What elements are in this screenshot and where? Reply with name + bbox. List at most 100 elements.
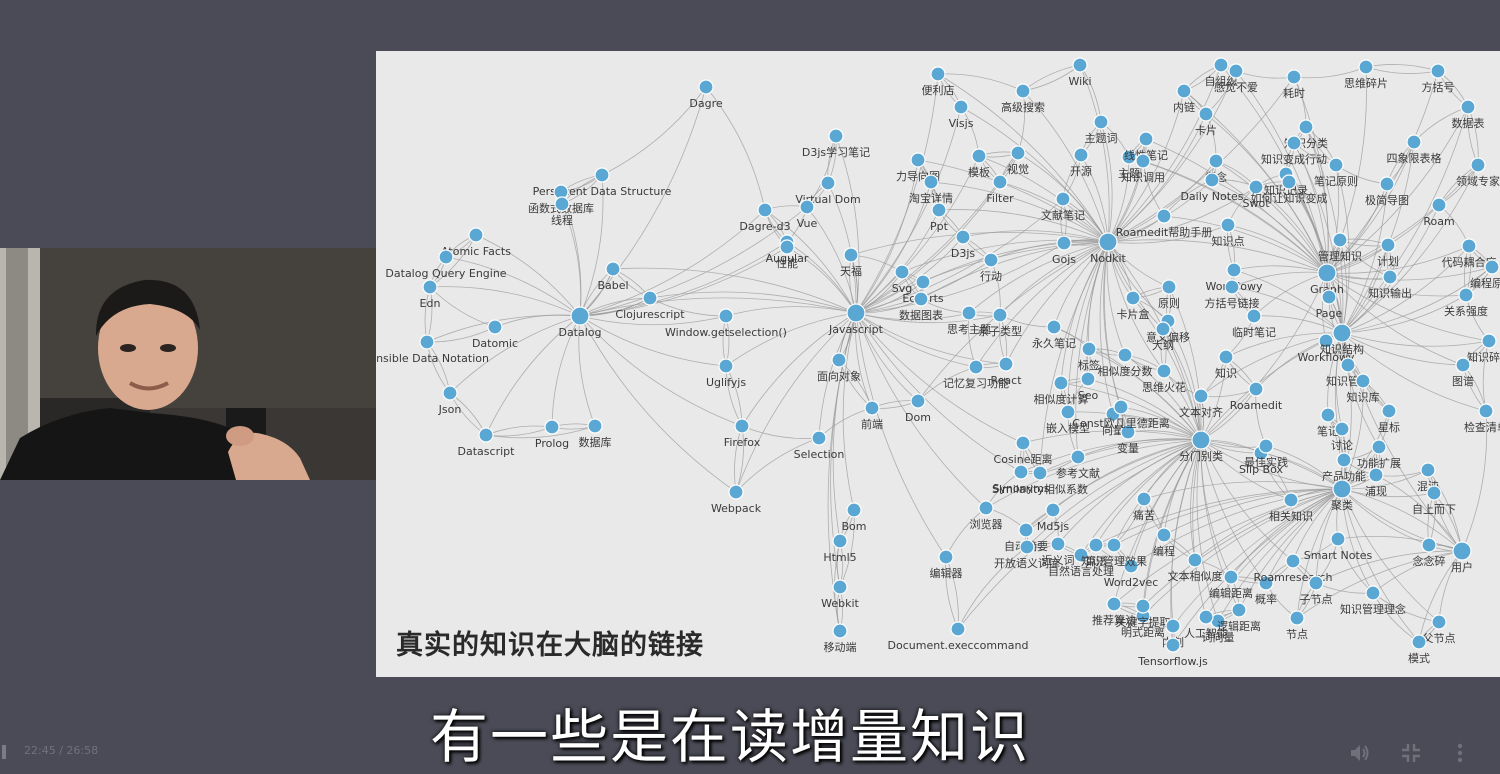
graph-node-label: 文献笔记 [1041, 208, 1085, 222]
graph-node [832, 353, 846, 367]
graph-edge [427, 342, 450, 393]
graph-node [939, 550, 953, 564]
graph-edge [1428, 493, 1434, 545]
graph-node-label: Selection [794, 448, 845, 461]
graph-node [1016, 436, 1030, 450]
graph-node-label: 自上而下 [1412, 503, 1456, 516]
graph-node [1114, 400, 1128, 414]
graph-node-label: 知识输出 [1368, 286, 1412, 300]
graph-edge [1342, 489, 1462, 551]
graph-node-label: 笔记原则 [1314, 174, 1358, 188]
graph-node [1431, 64, 1445, 78]
graph-node-label: 编辑距离 [1209, 586, 1253, 600]
graph-node-label: Roam [1423, 215, 1454, 228]
graph-node [1221, 218, 1235, 232]
graph-node-label: Webpack [711, 502, 762, 515]
graph-node-label: 数据图表 [899, 308, 943, 322]
graph-node [1421, 463, 1435, 477]
graph-node-label: 图谱 [1452, 374, 1474, 388]
graph-node [812, 431, 826, 445]
graph-node-label: Html5 [823, 551, 856, 564]
graph-node-label: Uglifyjs [706, 376, 746, 389]
graph-node [865, 401, 879, 415]
graph-node-label: 相似度计算 [1034, 392, 1089, 406]
graph-node [800, 200, 814, 214]
graph-node [469, 228, 483, 242]
graph-node-label: 淘宝详情 [909, 191, 953, 205]
volume-button[interactable] [1345, 739, 1373, 767]
graph-node [924, 175, 938, 189]
graph-node [1485, 260, 1499, 274]
graph-node [571, 307, 589, 325]
graph-node [1166, 619, 1180, 633]
graph-node-label: 相似度分数 [1098, 364, 1153, 378]
graph-node-label: Smart Notes [1304, 549, 1373, 562]
graph-node-label: 编程 [1153, 544, 1175, 558]
graph-node-label: Nodkit [1090, 252, 1126, 265]
graph-node-label: Visjs [949, 117, 974, 130]
graph-node-label: 推荐算法 [1092, 613, 1136, 627]
graph-node [1054, 376, 1068, 390]
graph-node-label: 知识调用 [1121, 170, 1165, 184]
graph-node [972, 149, 986, 163]
graph-node [606, 262, 620, 276]
graph-edge [839, 360, 872, 408]
fullscreen-button[interactable] [1397, 739, 1425, 767]
video-player[interactable]: DagreD3js学习笔记Virtual DomVueDagre-d3Augul… [0, 0, 1500, 770]
graph-node [699, 80, 713, 94]
graph-node-label: Json [438, 403, 462, 416]
graph-node-label: 移动端 [824, 641, 857, 654]
graph-node [1107, 538, 1121, 552]
graph-node-label: 知识库 [1347, 390, 1380, 404]
graph-node-label: 变量 [1117, 441, 1139, 455]
progress-marker[interactable] [2, 745, 6, 759]
graph-edge [1373, 593, 1419, 642]
graph-node-label: 编辑器 [930, 566, 963, 580]
graph-node-label: Roamedit [1230, 399, 1283, 412]
graph-node-label: 知识管理理念 [1340, 602, 1406, 616]
graph-node-label: 方括号 [1422, 80, 1455, 94]
graph-node [847, 304, 865, 322]
graph-edge [1294, 77, 1306, 127]
graph-edge [1429, 493, 1435, 545]
graph-node [1177, 84, 1191, 98]
graph-node-label: 思维碎片 [1344, 76, 1388, 90]
graph-node [1333, 233, 1347, 247]
graph-node-label: 视觉 [1007, 162, 1029, 176]
graph-node-label: 面向对象 [817, 369, 861, 383]
graph-node [1383, 270, 1397, 284]
exit-fullscreen-icon [1397, 739, 1425, 767]
graph-node-label: 相关知识 [1269, 509, 1313, 523]
graph-node [1056, 192, 1070, 206]
graph-node [1046, 503, 1060, 517]
graph-node-label: Ppt [930, 220, 949, 233]
graph-node [844, 248, 858, 262]
graph-node-label: 开源 [1070, 164, 1092, 178]
graph-node [1136, 154, 1150, 168]
graph-node [1459, 288, 1473, 302]
graph-node [1224, 570, 1238, 584]
graph-node [911, 394, 925, 408]
graph-node [962, 306, 976, 320]
graph-node [931, 67, 945, 81]
graph-node [1209, 154, 1223, 168]
graph-node-label: 高级搜索 [1001, 100, 1045, 114]
graph-node-label: D3js [951, 247, 976, 260]
graph-node [643, 291, 657, 305]
graph-node [1232, 603, 1246, 617]
more-vertical-icon [1446, 739, 1474, 767]
graph-node [1453, 542, 1471, 560]
graph-nodes: DagreD3js学习笔记Virtual DomVueDagre-d3Augul… [376, 58, 1500, 668]
graph-node-label: 知识结构 [1320, 342, 1364, 356]
graph-node [1380, 177, 1394, 191]
graph-node [1369, 468, 1383, 482]
graph-node-label: 子节点 [1300, 593, 1333, 606]
graph-node [1047, 320, 1061, 334]
graph-node [969, 360, 983, 374]
graph-node [1199, 107, 1213, 121]
graph-node-label: 领域专家 [1456, 174, 1500, 188]
graph-node [1139, 132, 1153, 146]
graph-edge [1100, 242, 1113, 414]
more-options-button[interactable] [1446, 739, 1474, 767]
graph-node [1071, 450, 1085, 464]
